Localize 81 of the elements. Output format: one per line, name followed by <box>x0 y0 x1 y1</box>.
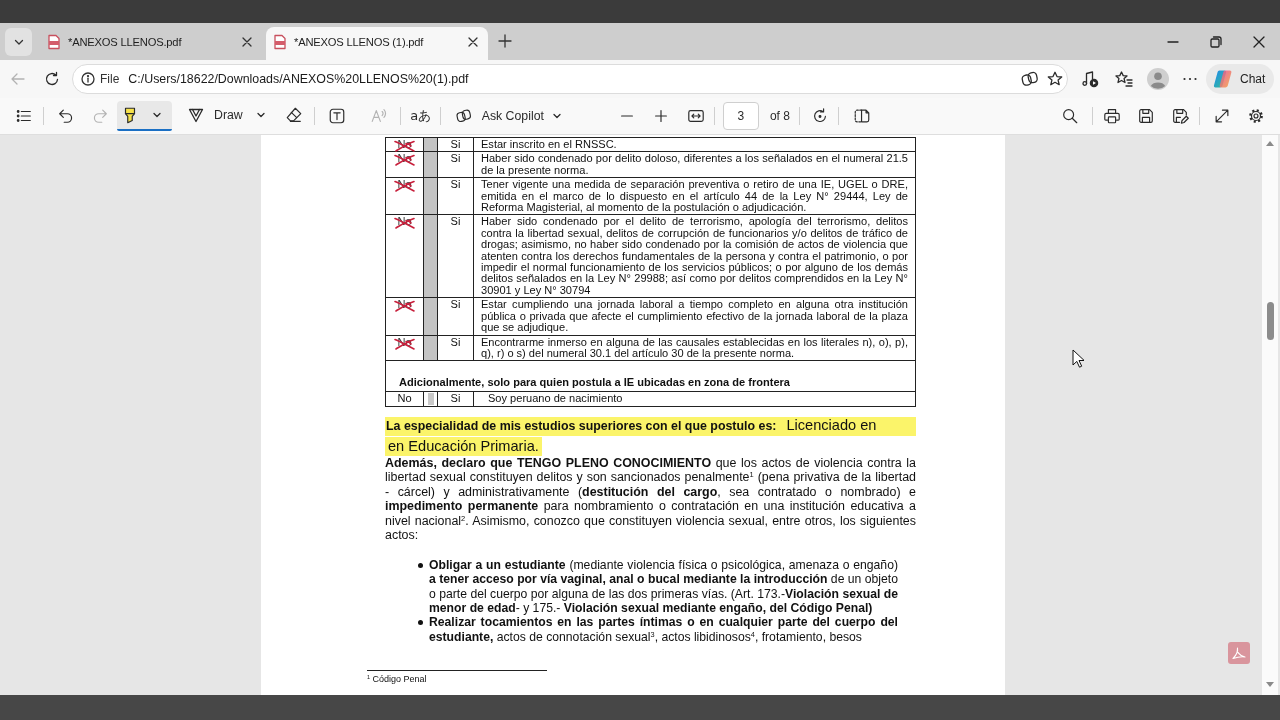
requirement-text: Encontrarme inmerso en alguna de las causales establecidas en los literales n), o), p), q), r) o s) del numeral 30.1 del artículo 30 de la presente norma. <box>481 336 908 360</box>
draw-button[interactable]: Draw <box>182 101 270 131</box>
cross-out-mark-icon <box>393 180 417 193</box>
undo-icon[interactable] <box>57 107 75 125</box>
shaded-cell <box>427 393 434 406</box>
new-tab-icon[interactable] <box>498 34 512 48</box>
reload-icon[interactable] <box>44 71 60 87</box>
settings-icon[interactable] <box>1247 107 1265 125</box>
restore-icon[interactable] <box>1209 35 1222 48</box>
page-number-field[interactable]: 3 <box>722 102 759 130</box>
cross-out-mark-icon <box>393 217 417 230</box>
music-note-icon[interactable] <box>1081 70 1099 88</box>
url-text[interactable]: C:/Users/18622/Downloads/ANEXOS%20LLENOS%20(1).pdf <box>128 72 1021 86</box>
info-icon <box>81 72 95 86</box>
close-icon[interactable] <box>468 36 478 47</box>
requirement-text: Estar inscrito en el RNSSC. <box>481 139 618 151</box>
print-icon[interactable] <box>1103 107 1121 125</box>
mouse-pointer-icon <box>1072 349 1084 368</box>
cross-out-mark-icon <box>393 140 417 152</box>
chat-logo-icon <box>1213 69 1233 89</box>
fit-width-icon[interactable] <box>686 107 705 125</box>
requirement-text: Estar cumpliendo una jornada laboral a tiempo completo en alguna otra institución pública o privada que afecte el cumplimiento efectivo de la jornada laboral de la plaza que se adjudique. <box>481 299 908 334</box>
assistant-icon <box>455 108 472 124</box>
cross-out-mark-icon <box>393 300 417 313</box>
section-heading: Adicionalmente, solo para quien postula a IE ubicadas en zona de frontera <box>399 375 791 388</box>
scrollbar-track[interactable] <box>1262 135 1278 695</box>
filled-answer: en Educación Primaria. <box>385 436 542 456</box>
cross-out-mark-icon <box>393 154 417 167</box>
option-label: Si <box>450 216 461 228</box>
requirement-text: Haber sido condenado por delito doloso, diferentes a los señalados en el numeral 21.5 de la presente norma. <box>481 153 908 177</box>
close-icon[interactable] <box>242 36 252 47</box>
eraser-icon <box>284 106 303 124</box>
favorites-icon[interactable] <box>1115 70 1133 88</box>
filled-answer: Licenciado en <box>786 416 877 433</box>
option-label: Si <box>450 179 461 191</box>
scrollbar-thumb[interactable] <box>1266 302 1274 340</box>
caret-icon <box>255 110 266 120</box>
option-label: No <box>397 393 412 405</box>
declaration-text: Además, declaro que TENGO PLENO CONOCIMIENTO que los actos de violencia contra la libertad sexual constituyen delitos y son sancionados penalmente$^{1}$ (pena privativa de la libertad - cárcel) y administrativamente (destitución del cargo, sea contratado o nombrado) e impedimento permanente para nombramiento o contratación en una institución educativa a nivel nacional$^{2}$. Asimismo, conozco que constituyen violencia sexual, entre otros, los siguientes actos: <box>385 455 916 543</box>
requirement-text: Tener vigente una medida de separación preventiva o retiro de una IE, UGEL o DRE, emitida en el marco de lo dispuesto en el artículo 44 de la Ley N° 29444, Ley de Reforma Magisterial, al momento de la postulación o adjudicación. <box>481 179 908 214</box>
caret-icon <box>152 110 162 120</box>
list-item-text: Realizar tocamientos en las partes íntimas o en cualquier parte del cuerpo del estudiante, actos de connotación sexual$^{3}$, actos libidinosos$^{4}$, frotamiento, besos <box>429 615 898 645</box>
star-icon[interactable] <box>1047 71 1063 87</box>
search-icon[interactable] <box>1061 107 1079 125</box>
assistant-icon[interactable] <box>1021 70 1039 88</box>
text-box-icon[interactable] <box>327 107 346 125</box>
page-count: of 8 <box>769 109 790 123</box>
address-field[interactable]: File C:/Users/18622/Downloads/ANEXOS%20LLENOS%20(1).pdf <box>72 64 1068 94</box>
browser-tab[interactable]: *ANEXOS LLENOS.pdf <box>40 27 262 60</box>
option-label: Si <box>450 139 461 151</box>
bullet-icon <box>418 562 423 568</box>
option-label: Si <box>450 393 461 405</box>
option-label: Si <box>450 336 461 348</box>
fullscreen-icon[interactable] <box>1213 107 1231 125</box>
save-icon[interactable] <box>1137 107 1155 125</box>
field-label: La especialidad de mis estudios superiores con el que postulo es: <box>386 418 777 433</box>
pdf-file-icon <box>46 33 62 50</box>
site-info-button[interactable]: File <box>81 72 120 86</box>
chat-button[interactable]: Chat <box>1206 64 1274 94</box>
pdf-file-icon <box>272 33 288 50</box>
page-view-icon[interactable] <box>852 107 871 125</box>
footnote-text: $^{1}$ Código Penal <box>367 674 428 685</box>
close-icon[interactable] <box>1252 35 1265 48</box>
list-item-text: Obligar a un estudiante (mediante violencia física o psicológica, amenaza o engaño) a tener acceso por vía vaginal, anal o bucal mediante la introducción de un objeto o parte del cuerpo por alguna de las dos primeras vías. (Art. 173.-Violación sexual de menor de edad- y 175.- Violación sexual mediante engaño, del Código Penal) <box>429 557 898 616</box>
avatar-icon[interactable] <box>1147 68 1169 90</box>
option-label: Si <box>450 299 461 311</box>
cross-out-mark-icon <box>393 337 417 350</box>
caret-icon <box>551 111 562 121</box>
contents-icon[interactable] <box>15 107 33 125</box>
requirement-text: Haber sido condenado por el delito de terrorismo, apología del terrorismo, delitos contra la libertad sexual, delitos de corrupción de funcionarios y/o delitos de tráfico de drogas; asimismo, no haber sido condenado por la comisión de actos de violencia que atenten contra los derechos fundamentales de la persona y contra el patrimonio, o por impedir el normal funcionamiento de los servicios públicos; o por alguno de los demás delitos señalados en la Ley N° 29988; así como por delitos comprendidos en la Ley N° 30901 y Ley N° 30794 <box>481 216 908 297</box>
browser-tab[interactable]: *ANEXOS LLENOS (1).pdf <box>266 27 488 60</box>
save-edit-icon[interactable] <box>1171 107 1189 125</box>
translate-button[interactable]: aあ <box>403 107 438 125</box>
scroll-down-arrow-icon[interactable] <box>1266 682 1274 687</box>
scroll-up-arrow-icon[interactable] <box>1266 141 1274 146</box>
ask-copilot-button[interactable]: Ask Copilot <box>447 101 566 131</box>
requirement-text: Soy peruano de nacimiento <box>488 393 624 405</box>
highlight-button[interactable] <box>117 101 172 131</box>
bullet-icon <box>418 620 423 626</box>
draw-icon <box>188 107 204 123</box>
option-label: Si <box>450 153 461 165</box>
